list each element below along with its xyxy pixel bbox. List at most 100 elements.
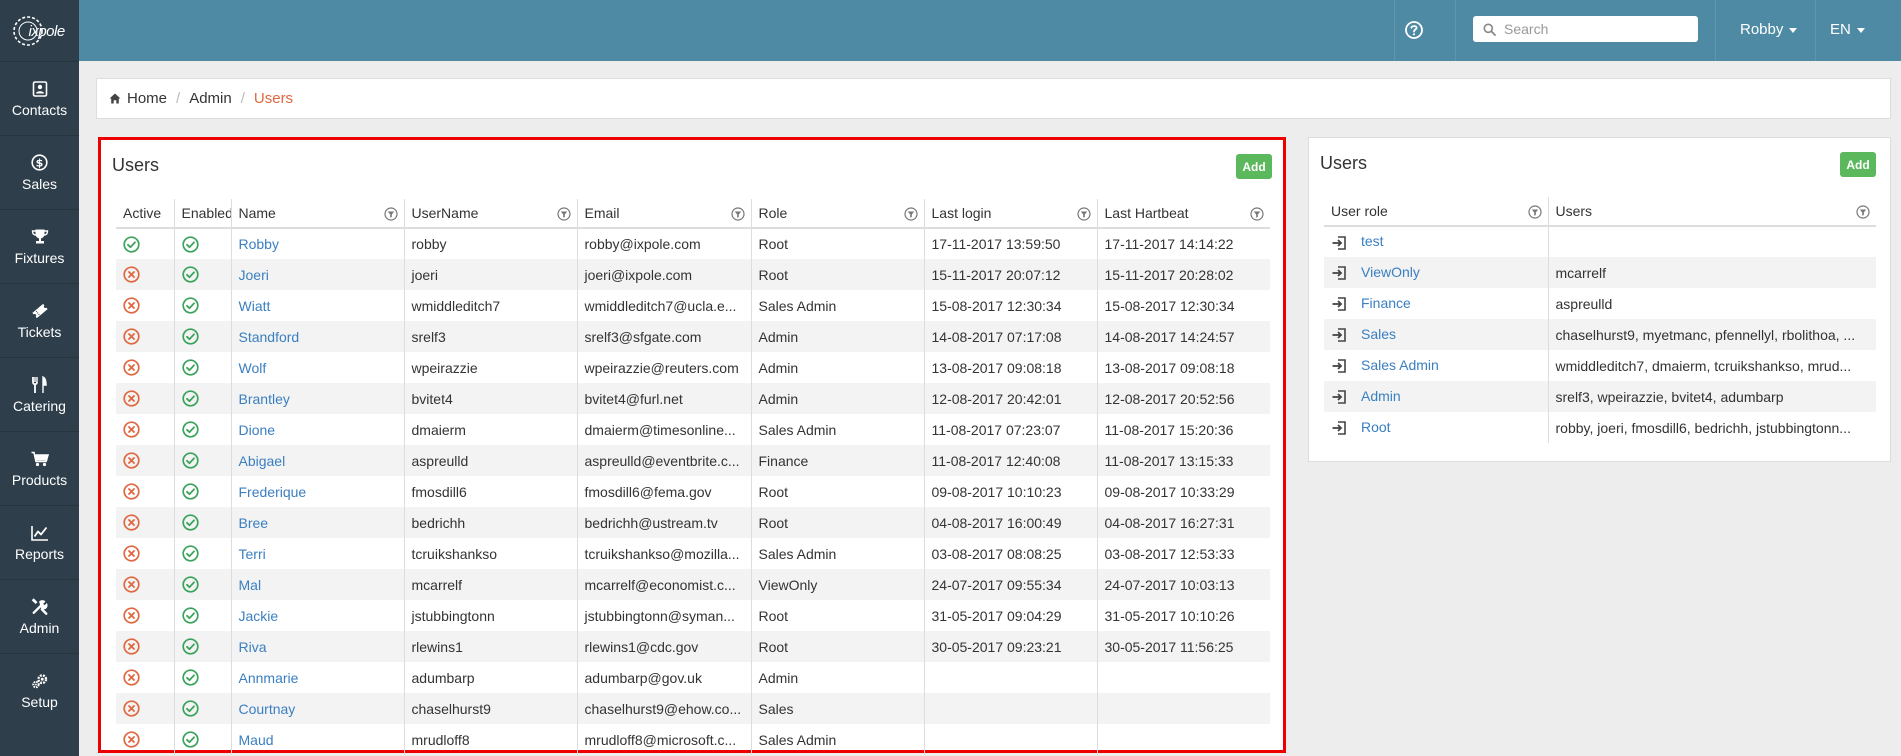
app-logo[interactable]: ixpole bbox=[0, 0, 79, 61]
sidebar-item-setup[interactable]: Setup bbox=[0, 653, 79, 727]
filter-icon[interactable] bbox=[556, 207, 571, 221]
user-menu[interactable]: Robby bbox=[1740, 21, 1798, 38]
sidebar-item-tickets[interactable]: Tickets bbox=[0, 283, 79, 357]
sidebar-item-contacts[interactable]: Contacts bbox=[0, 61, 79, 135]
filter-icon[interactable] bbox=[1856, 205, 1870, 219]
table-row: Wolf wpeirazzie wpeirazzie@reuters.com Admi… bbox=[116, 352, 1270, 383]
user-name-link[interactable]: Annmarie bbox=[239, 670, 299, 686]
column-header[interactable]: Email bbox=[577, 199, 752, 229]
column-header[interactable]: Last Hartbeat bbox=[1097, 199, 1270, 229]
column-header-label: User role bbox=[1331, 203, 1388, 219]
sidebar-item-sales[interactable]: $ Sales bbox=[0, 135, 79, 209]
filter-icon[interactable] bbox=[903, 207, 918, 221]
column-header[interactable]: Last login bbox=[924, 199, 1098, 229]
enabled-status bbox=[174, 600, 232, 631]
enabled-status bbox=[174, 507, 232, 538]
sidebar-item-products[interactable]: Products bbox=[0, 431, 79, 505]
user-name-link[interactable]: Standford bbox=[239, 329, 300, 345]
filter-icon[interactable] bbox=[1076, 207, 1091, 221]
search-box[interactable] bbox=[1473, 16, 1698, 42]
user-name-link[interactable]: Mal bbox=[239, 577, 262, 593]
chevron-down-icon bbox=[1789, 28, 1798, 33]
user-role-link[interactable]: test bbox=[1361, 233, 1384, 249]
sidebar-item-label: Sales bbox=[21, 175, 58, 192]
user-name-link[interactable]: Jackie bbox=[239, 608, 279, 624]
breadcrumb-separator: / bbox=[240, 90, 245, 107]
filter-icon[interactable] bbox=[1527, 205, 1542, 219]
column-header-label: Email bbox=[584, 205, 620, 221]
user-name-link[interactable]: Maud bbox=[239, 732, 274, 748]
role-users-cell: chaselhurst9, myetmanc, pfennellyl, rbol… bbox=[1548, 319, 1876, 350]
user-name-link[interactable]: Bree bbox=[239, 515, 269, 531]
sidebar-item-admin[interactable]: Admin bbox=[0, 579, 79, 653]
check-circle-icon bbox=[181, 576, 199, 594]
sign-in-icon[interactable] bbox=[1331, 420, 1347, 436]
filter-icon[interactable] bbox=[1250, 207, 1264, 221]
add-role-button[interactable]: Add bbox=[1840, 152, 1876, 177]
user-name-link[interactable]: Riva bbox=[239, 639, 267, 655]
user-username-cell: mrudloff8 bbox=[404, 724, 578, 755]
search-input[interactable] bbox=[1504, 21, 1694, 37]
column-header[interactable]: Enabled bbox=[174, 199, 232, 229]
filter-icon[interactable] bbox=[383, 207, 398, 221]
check-circle-icon bbox=[181, 390, 199, 408]
sign-in-icon[interactable] bbox=[1331, 265, 1347, 281]
active-status bbox=[116, 600, 175, 631]
roles-table-header: User role Users bbox=[1324, 197, 1876, 227]
sign-in-icon[interactable] bbox=[1331, 358, 1347, 374]
user-name-link[interactable]: Dione bbox=[239, 422, 276, 438]
times-circle-icon bbox=[123, 514, 140, 532]
filter-icon[interactable] bbox=[730, 207, 745, 221]
user-username-cell: jstubbingtonn bbox=[404, 600, 578, 631]
column-header[interactable]: Name bbox=[231, 199, 405, 229]
help-button[interactable] bbox=[1401, 17, 1427, 43]
user-role-link[interactable]: Admin bbox=[1361, 388, 1401, 404]
user-last-heartbeat-cell: 30-05-2017 11:56:25 bbox=[1097, 631, 1270, 662]
column-header[interactable]: Active bbox=[116, 199, 175, 229]
chart-icon bbox=[30, 524, 49, 542]
user-role-link[interactable]: Sales Admin bbox=[1361, 357, 1439, 373]
trophy-icon bbox=[31, 228, 49, 246]
user-last-login-cell: 11-08-2017 07:23:07 bbox=[924, 414, 1098, 445]
sign-in-icon[interactable] bbox=[1331, 327, 1347, 343]
user-name-link[interactable]: Frederique bbox=[239, 484, 307, 500]
add-user-button[interactable]: Add bbox=[1236, 154, 1272, 179]
user-email-cell: robby@ixpole.com bbox=[577, 228, 752, 259]
user-role-cell: test bbox=[1324, 226, 1549, 257]
user-role-link[interactable]: Root bbox=[1361, 419, 1391, 435]
column-header[interactable]: UserName bbox=[404, 199, 578, 229]
user-name-link[interactable]: Terri bbox=[239, 546, 266, 562]
active-status bbox=[116, 414, 175, 445]
user-name-link[interactable]: Robby bbox=[239, 236, 279, 252]
column-header[interactable]: User role bbox=[1324, 197, 1549, 227]
user-role-link[interactable]: Finance bbox=[1361, 295, 1411, 311]
cutlery-icon bbox=[31, 375, 49, 394]
sidebar-item-catering[interactable]: Catering bbox=[0, 357, 79, 431]
column-header[interactable]: Role bbox=[751, 199, 925, 229]
breadcrumb-admin[interactable]: Admin bbox=[189, 90, 232, 107]
user-name-link[interactable]: Abigael bbox=[239, 453, 286, 469]
breadcrumb-home[interactable]: Home bbox=[127, 90, 167, 107]
user-name-link[interactable]: Joeri bbox=[239, 267, 269, 283]
table-row: ViewOnly mcarrelf bbox=[1324, 257, 1876, 288]
times-circle-icon bbox=[123, 359, 140, 377]
home-icon[interactable] bbox=[109, 93, 121, 104]
contact-card-icon bbox=[31, 80, 49, 98]
user-role-link[interactable]: ViewOnly bbox=[1361, 264, 1420, 280]
table-row: Finance aspreulld bbox=[1324, 288, 1876, 319]
user-role-link[interactable]: Sales bbox=[1361, 326, 1396, 342]
column-header[interactable]: Users bbox=[1548, 197, 1876, 227]
sign-in-icon[interactable] bbox=[1331, 235, 1347, 251]
language-menu[interactable]: EN bbox=[1830, 21, 1865, 38]
sidebar-nav: Contacts $ Sales Fixtures Tickets Catering Pro… bbox=[0, 61, 79, 727]
user-role-cell: Admin bbox=[1324, 381, 1549, 412]
user-name-link[interactable]: Brantley bbox=[239, 391, 290, 407]
user-name-link[interactable]: Wolf bbox=[239, 360, 267, 376]
user-name-link[interactable]: Courtnay bbox=[239, 701, 296, 717]
sign-in-icon[interactable] bbox=[1331, 389, 1347, 405]
sidebar-item-reports[interactable]: Reports bbox=[0, 505, 79, 579]
sign-in-icon[interactable] bbox=[1331, 296, 1347, 312]
sidebar-item-fixtures[interactable]: Fixtures bbox=[0, 209, 79, 283]
table-row: Sales Admin wmiddleditch7, dmaierm, tcrui… bbox=[1324, 350, 1876, 381]
user-name-link[interactable]: Wiatt bbox=[239, 298, 271, 314]
